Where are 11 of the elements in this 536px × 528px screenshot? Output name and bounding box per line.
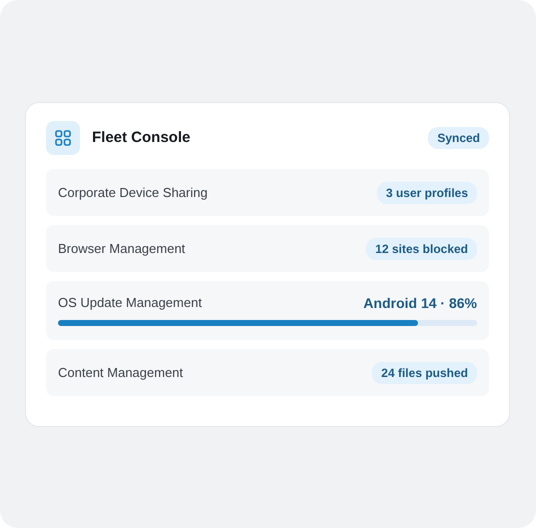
setting-label: Content Management	[58, 364, 184, 382]
status-badge: Synced	[428, 127, 489, 149]
progress-reading: Android 14 · 86%	[363, 294, 477, 312]
count-badge: 12 sites blocked	[366, 238, 477, 260]
setting-label: OS Update Management	[58, 294, 202, 312]
grid-icon	[46, 121, 80, 155]
count-badge: 24 files pushed	[372, 362, 477, 384]
count-badge: 3 user profiles	[376, 182, 477, 204]
setting-label: Browser Management	[58, 240, 186, 258]
setting-label: Corporate Device Sharing	[58, 184, 208, 202]
card-title: Fleet Console	[92, 128, 190, 148]
